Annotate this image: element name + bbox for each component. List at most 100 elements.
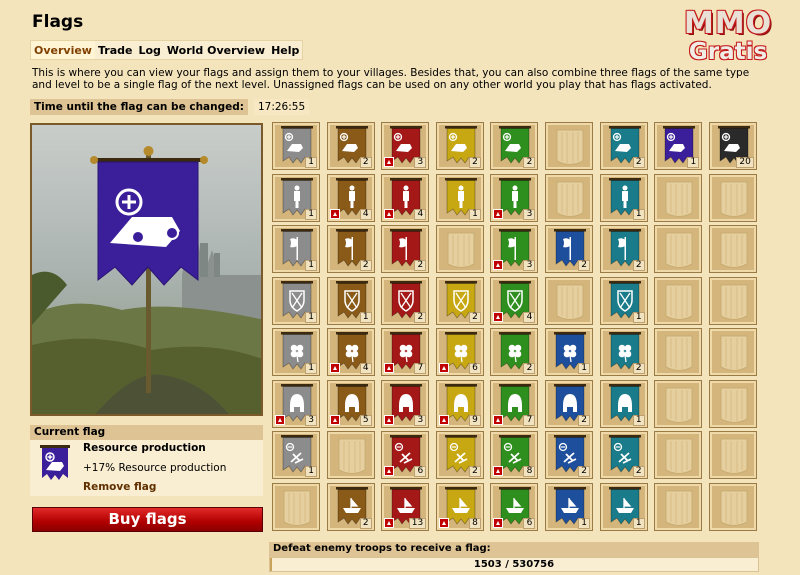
flag-slot-attack-level-6[interactable]: 2	[545, 225, 593, 273]
timer-value: 17:26:55	[253, 99, 310, 115]
flag-slot-recruitment-level-3[interactable]: 4	[381, 173, 430, 222]
flag-slot-luck-level-1[interactable]: 1	[272, 328, 320, 376]
flag-slot-resource-level-7[interactable]: 2	[599, 122, 648, 170]
flag-slot-attack-level-2[interactable]: 2	[326, 225, 375, 273]
flag-count: 2	[414, 311, 427, 323]
upgrade-icon[interactable]	[384, 517, 395, 528]
flag-slot-coin-cost-level-6[interactable]: 2	[545, 431, 593, 479]
flag-slot-attack-level-7[interactable]: 2	[599, 225, 648, 273]
flag-slot-defense-level-3[interactable]: 2	[381, 276, 430, 325]
flag-slot-luck-level-2[interactable]: 4	[326, 328, 375, 376]
remove-flag-link[interactable]: Remove flag	[83, 481, 156, 493]
flag-slot-population-level-7[interactable]: 1	[599, 379, 648, 428]
tab-overview[interactable]: Overview	[31, 41, 95, 59]
flag-count: 2	[632, 260, 645, 271]
flag-slot-empty	[654, 276, 703, 325]
flag-count: 1	[305, 260, 317, 271]
upgrade-icon[interactable]	[329, 414, 340, 425]
flag-slot-coin-cost-level-4[interactable]: 2	[435, 431, 484, 479]
flag-slot-empty	[708, 276, 757, 325]
upgrade-icon[interactable]	[275, 414, 285, 425]
flag-slot-haul-level-3[interactable]: 13	[381, 482, 430, 531]
flag-slot-resource-level-4[interactable]: 2	[435, 122, 484, 170]
upgrade-icon[interactable]	[493, 414, 504, 425]
flag-count: 8	[523, 466, 536, 477]
flag-slot-population-level-5[interactable]: 7	[490, 379, 539, 428]
upgrade-icon[interactable]	[384, 466, 395, 476]
upgrade-icon[interactable]	[493, 260, 504, 270]
flag-count: 6	[414, 466, 427, 477]
flag-slot-haul-level-7[interactable]: 1	[599, 482, 648, 531]
flag-slot-coin-cost-level-1[interactable]: 1	[272, 431, 320, 479]
flag-slot-haul-level-2[interactable]: 2	[326, 482, 375, 531]
upgrade-icon[interactable]	[493, 208, 504, 219]
flag-slot-population-level-1[interactable]: 3	[272, 379, 320, 428]
flag-slot-defense-level-1[interactable]: 1	[272, 276, 320, 325]
flag-slot-haul-level-6[interactable]: 1	[545, 482, 593, 531]
flag-slot-recruitment-level-2[interactable]: 4	[326, 173, 375, 222]
flag-slot-recruitment-level-4[interactable]: 1	[435, 173, 484, 222]
upgrade-icon[interactable]	[438, 363, 449, 373]
flag-slot-defense-level-5[interactable]: 4	[490, 276, 539, 325]
flag-count: 13	[408, 517, 427, 529]
flag-count: 7	[523, 414, 536, 426]
flag-count: 1	[632, 208, 645, 220]
flag-slot-population-level-6[interactable]: 2	[545, 379, 593, 428]
flag-slot-luck-level-5[interactable]: 2	[490, 328, 539, 376]
flag-count: 1	[305, 208, 317, 220]
flag-count: 1	[305, 311, 317, 323]
tab-log[interactable]: Log	[135, 41, 163, 59]
flag-slot-coin-cost-level-5[interactable]: 8	[490, 431, 539, 479]
flag-slot-coin-cost-level-7[interactable]: 2	[599, 431, 648, 479]
flag-slot-resource-level-8[interactable]: 1	[654, 122, 703, 170]
upgrade-icon[interactable]	[384, 414, 395, 425]
flag-count: 2	[523, 157, 536, 168]
empty-banner-icon	[447, 232, 475, 268]
flag-slot-resource-level-1[interactable]: 1	[272, 122, 320, 170]
flag-slot-luck-level-6[interactable]: 1	[545, 328, 593, 376]
buy-flags-button[interactable]: Buy flags	[32, 507, 263, 532]
upgrade-icon[interactable]	[384, 363, 395, 373]
flag-slot-luck-level-4[interactable]: 6	[435, 328, 484, 376]
flag-slot-recruitment-level-5[interactable]: 3	[490, 173, 539, 222]
upgrade-icon[interactable]	[438, 517, 449, 528]
flag-slot-defense-level-4[interactable]: 2	[435, 276, 484, 325]
flag-slot-population-level-4[interactable]: 9	[435, 379, 484, 428]
flag-slot-attack-level-1[interactable]: 1	[272, 225, 320, 273]
empty-banner-icon	[556, 284, 584, 320]
flag-slot-luck-level-3[interactable]: 7	[381, 328, 430, 376]
flag-count: 2	[359, 517, 372, 529]
flag-slot-resource-level-2[interactable]: 2	[326, 122, 375, 170]
tab-trade[interactable]: Trade	[95, 41, 135, 59]
flag-count: 1	[632, 517, 645, 529]
flag-slot-luck-level-7[interactable]: 2	[599, 328, 648, 376]
flag-slot-population-level-2[interactable]: 5	[326, 379, 375, 428]
flag-slot-empty	[545, 276, 593, 325]
flag-slot-attack-level-5[interactable]: 3	[490, 225, 539, 273]
flag-slot-attack-level-3[interactable]: 2	[381, 225, 430, 273]
upgrade-icon[interactable]	[493, 466, 504, 476]
flag-slot-recruitment-level-7[interactable]: 1	[599, 173, 648, 222]
tab-help[interactable]: Help	[268, 41, 302, 59]
intro-text: This is where you can view your flags an…	[32, 67, 750, 91]
upgrade-icon[interactable]	[329, 208, 340, 219]
flag-slot-defense-level-2[interactable]: 1	[326, 276, 375, 325]
flag-slot-haul-level-5[interactable]: 6	[490, 482, 539, 531]
upgrade-icon[interactable]	[384, 208, 395, 219]
flag-slot-resource-level-9[interactable]: 20	[708, 122, 757, 170]
flag-slot-population-level-3[interactable]: 3	[381, 379, 430, 428]
flag-slot-haul-level-4[interactable]: 8	[435, 482, 484, 531]
flag-slot-resource-level-5[interactable]: 2	[490, 122, 539, 170]
tab-world-overview[interactable]: World Overview	[164, 41, 268, 59]
flag-slot-coin-cost-level-3[interactable]: 6	[381, 431, 430, 479]
upgrade-icon[interactable]	[329, 363, 340, 373]
flag-slot-defense-level-7[interactable]: 1	[599, 276, 648, 325]
upgrade-icon[interactable]	[384, 157, 395, 167]
upgrade-icon[interactable]	[493, 517, 504, 528]
flag-count: 4	[414, 208, 427, 220]
flag-slot-resource-level-3[interactable]: 3	[381, 122, 430, 170]
upgrade-icon[interactable]	[493, 311, 504, 322]
upgrade-icon[interactable]	[438, 414, 449, 425]
current-flag-icon[interactable]	[38, 444, 72, 486]
flag-slot-recruitment-level-1[interactable]: 1	[272, 173, 320, 222]
